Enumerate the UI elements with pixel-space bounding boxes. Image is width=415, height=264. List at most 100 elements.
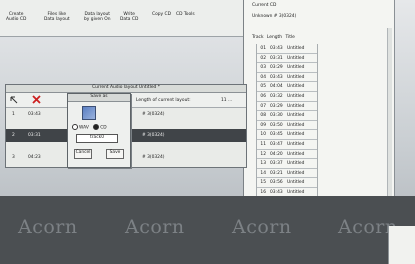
- track-number: 13: [260, 161, 266, 167]
- track-row[interactable]: 04 03:43 Untitled: [257, 73, 317, 83]
- row-source: # 3(0324): [142, 133, 165, 138]
- file-icon[interactable]: [82, 106, 96, 120]
- button-label: Copy CD: [152, 12, 171, 17]
- row-length: 04:23: [28, 155, 41, 160]
- track-length: 03:29: [270, 103, 283, 109]
- track-title: Untitled: [287, 122, 305, 128]
- track-title: Untitled: [287, 103, 305, 109]
- save-as-dialog: Save as WAV CD track0 Cancel Save: [67, 93, 131, 168]
- track-length: 03:43: [270, 189, 283, 195]
- track-row[interactable]: 05 04:04 Untitled: [257, 82, 317, 92]
- format-options: WAV CD: [72, 124, 107, 131]
- layout-length-label: Length of current layout:: [136, 98, 191, 103]
- create-audio-cd-button[interactable]: Create Audio CD: [6, 12, 26, 22]
- track-length: 03:45: [270, 132, 283, 138]
- track-length: 03:43: [270, 46, 283, 51]
- layout-window-title: Current Audio layout Untitled *: [6, 85, 246, 93]
- acorn-watermark: Acorn: [125, 216, 185, 238]
- track-row[interactable]: 10 03:45 Untitled: [257, 130, 317, 140]
- track-number: 11: [260, 141, 266, 147]
- track-number: 09: [260, 122, 266, 128]
- track-row[interactable]: 07 03:29 Untitled: [257, 102, 317, 112]
- track-length: 03:32: [270, 93, 283, 99]
- track-title: Untitled: [287, 151, 305, 157]
- track-title: Untitled: [287, 180, 305, 186]
- col-title: Title: [285, 35, 295, 40]
- track-row[interactable]: 13 03:37 Untitled: [257, 159, 317, 169]
- current-cd-label: Current CD: [252, 3, 277, 8]
- filename-field[interactable]: track0: [76, 134, 118, 143]
- acorn-watermark: Acorn: [18, 216, 78, 238]
- track-row[interactable]: 14 03:21 Untitled: [257, 169, 317, 179]
- cd-radio[interactable]: [93, 124, 100, 130]
- row-number: 1: [12, 112, 15, 117]
- button-label: CD Tools: [176, 12, 195, 17]
- col-track: Track: [252, 35, 264, 40]
- wav-radio[interactable]: [72, 124, 78, 130]
- track-length: 03:30: [270, 113, 283, 119]
- row-length: 03:43: [28, 112, 41, 117]
- col-length: Length: [266, 35, 283, 40]
- data-layout-button[interactable]: Data layout by given On: [84, 12, 111, 22]
- track-title: Untitled: [287, 170, 305, 176]
- track-number: 02: [260, 55, 266, 61]
- track-length: 04:04: [270, 84, 283, 90]
- track-length: 03:47: [270, 141, 283, 147]
- track-length: 03:21: [270, 170, 283, 176]
- track-number: 12: [260, 151, 266, 157]
- track-title: Untitled: [287, 113, 305, 119]
- track-number: 04: [260, 74, 266, 80]
- arrow-icon[interactable]: [10, 96, 18, 104]
- track-row[interactable]: 12 04:20 Untitled: [257, 150, 317, 160]
- track-row[interactable]: 11 03:47 Untitled: [257, 140, 317, 150]
- track-row[interactable]: 08 03:30 Untitled: [257, 111, 317, 121]
- dialog-title: Save as: [68, 94, 130, 102]
- cd-tools-button[interactable]: CD Tools: [176, 12, 195, 17]
- track-title: Untitled: [287, 46, 305, 51]
- track-number: 05: [260, 84, 266, 90]
- track-title: Untitled: [287, 189, 305, 195]
- track-number: 06: [260, 93, 266, 99]
- track-number: 16: [260, 189, 266, 195]
- write-data-cd-button[interactable]: Write Data CD: [120, 12, 138, 22]
- track-row[interactable]: 15 03:56 Untitled: [257, 178, 317, 188]
- track-title: Untitled: [287, 141, 305, 147]
- cancel-button[interactable]: Cancel: [74, 149, 92, 159]
- track-length: 03:31: [270, 55, 283, 61]
- track-column-header: Track Length Title: [252, 35, 295, 40]
- track-number: 14: [260, 170, 266, 176]
- button-label: by given On: [84, 17, 111, 22]
- corner-window: [388, 226, 415, 264]
- track-number: 03: [260, 65, 266, 71]
- track-row[interactable]: 09 03:50 Untitled: [257, 121, 317, 131]
- track-row[interactable]: 01 03:43 Untitled: [257, 44, 317, 54]
- track-list: 01 03:43 Untitled 02 03:31 Untitled 03 03:29 Unt…: [256, 44, 318, 217]
- track-title: Untitled: [287, 132, 305, 138]
- row-source: # 3(0324): [142, 155, 165, 160]
- track-row[interactable]: 03 03:29 Untitled: [257, 63, 317, 73]
- track-length: 03:50: [270, 122, 283, 128]
- main-toolbar: Create Audio CD Files like Data layout D…: [0, 0, 245, 37]
- cd-label: CD: [100, 125, 107, 131]
- track-length: 03:29: [270, 65, 283, 71]
- layout-length-value: 11 ...: [221, 98, 233, 103]
- track-title: Untitled: [287, 84, 305, 90]
- track-title: Untitled: [287, 55, 305, 61]
- track-row[interactable]: 02 03:31 Untitled: [257, 54, 317, 64]
- track-title: Untitled: [287, 65, 305, 71]
- acorn-watermark: Acorn: [232, 216, 292, 238]
- track-title: Untitled: [287, 93, 305, 99]
- track-row[interactable]: 06 03:32 Untitled: [257, 92, 317, 102]
- track-number: 08: [260, 113, 266, 119]
- copy-cd-button[interactable]: Copy CD: [152, 12, 171, 17]
- save-button[interactable]: Save: [106, 149, 124, 159]
- button-label: Data CD: [120, 17, 139, 22]
- files-like-data-layout-button[interactable]: Files like Data layout: [44, 12, 70, 22]
- row-number: 2: [12, 133, 15, 138]
- cd-id-label: Unknown # 3(0324): [252, 14, 297, 19]
- track-title: Untitled: [287, 161, 305, 167]
- button-label: Data layout: [44, 17, 70, 22]
- delete-icon[interactable]: [32, 95, 41, 104]
- track-number: 10: [260, 132, 266, 138]
- button-label: Audio CD: [6, 17, 27, 22]
